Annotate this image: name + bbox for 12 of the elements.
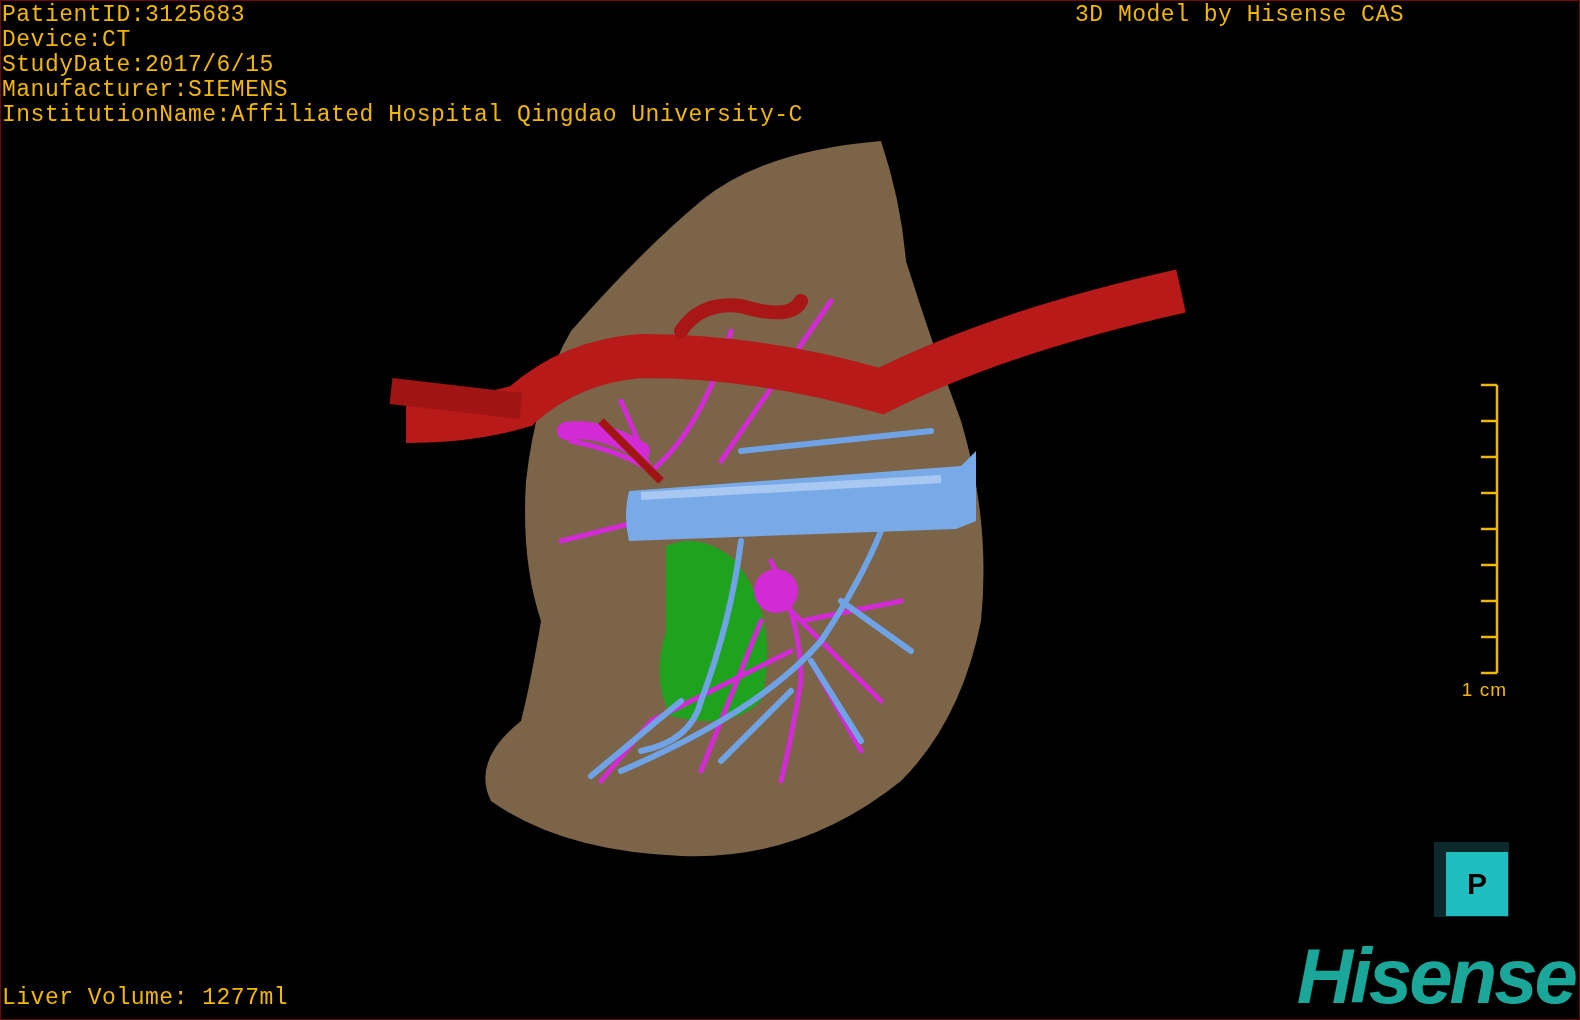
brand-logo: Hisense — [1296, 943, 1575, 1019]
patient-info-line: Manufacturer:SIEMENS — [2, 78, 290, 103]
patient-info-line: StudyDate:2017/6/15 — [2, 53, 275, 78]
scale-ruler-icon — [1481, 383, 1499, 675]
app-title: 3D Model by Hisense CAS — [1075, 3, 1404, 30]
scale-label: 1 cm — [1461, 679, 1507, 701]
patient-info-line: Device:CT — [2, 28, 132, 53]
patient-info-line: InstitutionName:Affiliated Hospital Qingdao University-C — [2, 103, 803, 128]
orientation-cube[interactable]: P — [1434, 842, 1509, 917]
patient-info-line: PatientID:3125683 — [2, 3, 247, 28]
orientation-label: P — [1446, 852, 1508, 916]
liver-volume: Liver Volume: 1277ml — [1, 986, 289, 1013]
